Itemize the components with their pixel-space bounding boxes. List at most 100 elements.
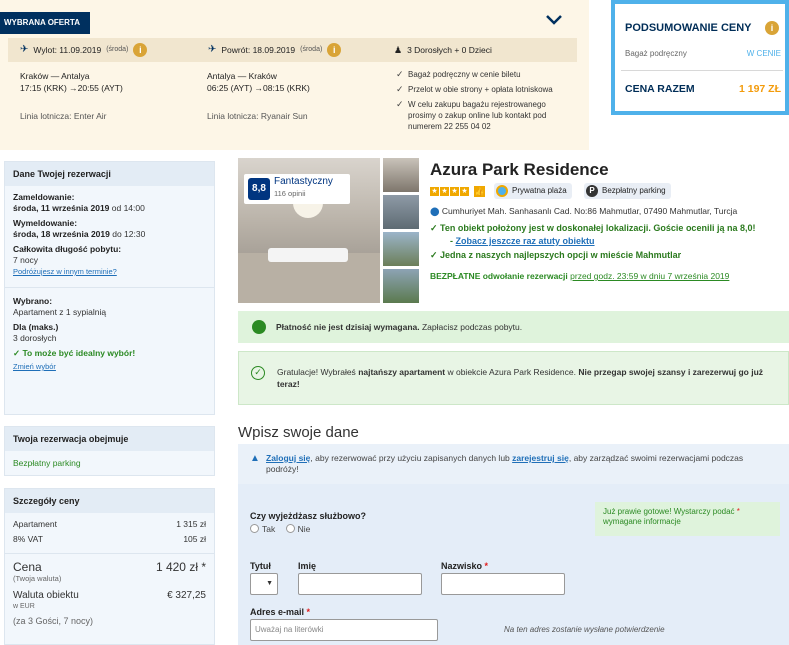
local-sub: w EUR <box>13 603 35 610</box>
cancel-deadline[interactable]: przed godz. 23:59 w dniu 7 września 2019 <box>570 271 729 281</box>
radio-no[interactable] <box>285 524 295 533</box>
info-icon[interactable]: i <box>133 43 148 57</box>
return-day: (środa) <box>300 46 323 53</box>
hotel-name[interactable]: Azura Park Residence <box>430 160 609 180</box>
info-icon[interactable]: i <box>765 21 779 35</box>
check-icon: ✓ <box>430 250 441 260</box>
amenity-beach: Prywatna plaża <box>494 183 572 199</box>
first-name-label: Imię <box>298 561 317 571</box>
guest-form: Czy wyjeżdżasz służbowo? Tak Nie Już pra… <box>238 484 789 645</box>
chosen-value: Apartament z 1 sypialnią <box>13 307 107 317</box>
congrats-part: Gratulacje! Wybrałeś <box>277 367 359 377</box>
no-label: Nie <box>297 524 311 534</box>
return-info: ✈ Powrót: 18.09.2019 (środa) i <box>208 38 342 62</box>
total-value: 1 197 ZŁ <box>738 83 781 95</box>
ideal-text: To może być idealny wybór! <box>22 348 136 358</box>
length-label: Całkowita długość pobytu: <box>13 244 122 254</box>
price-row-label: Apartament <box>13 519 57 529</box>
inbound-flight: Antalya — Kraków 06:25 (AYT) →08:15 (KRK… <box>207 70 310 122</box>
includes-card: Twoja rezerwacja obejmuje Bezpłatny park… <box>4 426 215 476</box>
plane-takeoff-icon: ✈ <box>20 44 29 55</box>
change-dates-link[interactable]: Podróżujesz w innym terminie? <box>13 266 206 277</box>
ready-text-2: wymagane informacje <box>603 517 681 526</box>
change-choice-link[interactable]: Zmień wybór <box>13 361 206 372</box>
offer-panel: WYBRANA OFERTA ✈ Wylot: 11.09.2019 (środ… <box>0 0 589 150</box>
star-icon: ★ <box>460 187 469 196</box>
review-count: 116 opinii <box>274 189 306 198</box>
yes-label: Tak <box>262 524 276 534</box>
total-value: 1 420 zł * <box>155 560 206 574</box>
score-label: Fantastyczny <box>274 176 333 187</box>
highlight-text: Ten obiekt położony jest w doskonałej lo… <box>440 223 756 233</box>
star-icon: ★ <box>440 187 449 196</box>
user-icon: ▲ <box>250 453 260 464</box>
radio-yes[interactable] <box>250 524 259 533</box>
highlight-link-row: - Zobacz jeszcze raz atuty obiektu <box>450 236 595 246</box>
max-value: 3 dorosłych <box>13 333 57 343</box>
hotel-thumbnail[interactable] <box>383 269 419 303</box>
address-text: Cumhuriyet Mah. Sanhasanlı Cad. No:86 Ma… <box>441 206 738 216</box>
check-item: Bagaż podręczny w cenie biletu <box>396 69 571 80</box>
chevron-down-icon[interactable] <box>544 10 564 30</box>
info-icon[interactable]: i <box>327 43 342 57</box>
parking-icon: P <box>586 185 598 197</box>
login-mid: , aby rezerwować przy użyciu zapisanych … <box>310 453 513 463</box>
hotel-thumbnail[interactable] <box>383 158 419 192</box>
score-number: 8,8 <box>248 178 270 200</box>
beach-icon <box>496 185 508 197</box>
total-label: CENA RAZEM <box>625 83 695 95</box>
payment-bold: Płatność nie jest dzisiaj wymagana. <box>276 322 420 332</box>
departure-label: Wylot: 11.09.2019 <box>33 45 102 55</box>
last-name-label: Nazwisko * <box>441 561 489 571</box>
guests-note: (za 3 Gości, 7 nocy) <box>13 616 94 626</box>
price-details-card: Szczegóły ceny Apartament 1 315 zł 8% VA… <box>4 488 215 645</box>
offer-tag: WYBRANA OFERTA <box>0 12 90 34</box>
amenity-beach-label: Prywatna plaża <box>512 186 567 195</box>
divider <box>5 553 214 554</box>
last-name-input[interactable] <box>441 573 565 595</box>
checkin-date: środa, 11 września 2019 <box>13 203 110 213</box>
ready-text: Już prawie gotowe! Wystarczy podać <box>603 507 735 516</box>
business-radios: Tak Nie <box>250 524 310 534</box>
table-shape <box>268 248 348 262</box>
plane-landing-icon: ✈ <box>208 44 217 55</box>
total-sub: (Twoja waluta) <box>13 574 62 583</box>
email-label: Adres e-mail * <box>250 607 311 617</box>
outbound-flight: Kraków — Antalya 17:15 (KRK) →20:55 (AYT… <box>20 70 123 122</box>
review-score[interactable]: 8,8 Fantastyczny 116 opinii <box>244 174 350 204</box>
return-label: Powrót: 18.09.2019 <box>221 45 296 55</box>
price-row-label: 8% VAT <box>13 534 43 544</box>
row-value: W CENIE <box>746 49 781 58</box>
checkout-date: środa, 18 września 2019 <box>13 229 110 239</box>
login-link[interactable]: Zaloguj się <box>266 453 310 463</box>
star-icon: ★ <box>430 187 439 196</box>
price-details-title: Szczegóły ceny <box>5 489 214 513</box>
price-row-value: 1 315 zł <box>176 519 206 529</box>
star-icon: ★ <box>450 187 459 196</box>
payment-notice: Płatność nie jest dzisiaj wymagana. Zapł… <box>238 311 789 343</box>
price-total-row: Cena (Twoja waluta) 1 420 zł * <box>13 560 206 584</box>
business-question: Czy wyjeżdżasz służbowo? <box>250 511 367 521</box>
checkin-label: Zameldowanie: <box>13 192 75 202</box>
offer-checklist: Bagaż podręczny w cenie biletu Przelot w… <box>396 69 571 136</box>
congrats-text: Gratulacje! Wybrałeś najtańszy apartamen… <box>277 366 782 390</box>
check-icon: ✓ <box>430 223 441 233</box>
includes-title: Twoja rezerwacja obejmuje <box>5 427 214 451</box>
email-input[interactable]: Uważaj na literówki <box>250 619 438 641</box>
register-link[interactable]: zarejestruj się <box>512 453 569 463</box>
login-text: Zaloguj się, aby rezerwować przy użyciu … <box>266 453 776 475</box>
local-value: € 327,25 <box>167 590 206 601</box>
price-total: CENA RAZEM 1 197 ZŁ <box>625 83 781 95</box>
hotel-thumbnail[interactable] <box>383 195 419 229</box>
title-select[interactable]: ▼ <box>250 573 278 595</box>
last-name-text: Nazwisko <box>441 561 483 571</box>
first-name-input[interactable] <box>298 573 422 595</box>
thumbs-up-icon: 👍 <box>474 186 485 197</box>
highlights-link[interactable]: Zobacz jeszcze raz atuty obiektu <box>456 236 595 246</box>
highlight-location: ✓ Ten obiekt położony jest w doskonałej … <box>430 222 755 234</box>
hotel-thumbnail[interactable] <box>383 232 419 266</box>
price-summary-row: Bagaż podręczny W CENIE <box>625 49 781 58</box>
congrats-bold: najtańszy apartament <box>358 367 446 377</box>
inbound-time: 06:25 (AYT) →08:15 (KRK) <box>207 83 310 93</box>
total-label: Cena <box>13 560 42 574</box>
